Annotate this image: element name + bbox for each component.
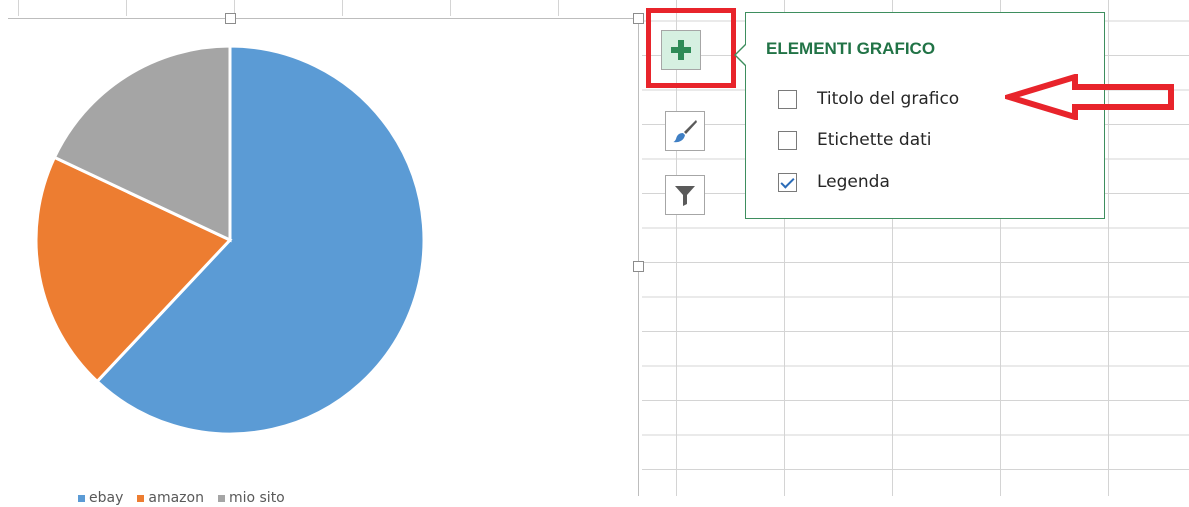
legend-label-mio-sito: mio sito <box>228 490 285 506</box>
resize-handle-top-right[interactable] <box>633 13 644 24</box>
pie-chart[interactable] <box>0 18 638 496</box>
option-label-legend: Legenda <box>817 172 890 192</box>
resize-handle-top[interactable] <box>225 13 236 24</box>
option-label-chart-title: Titolo del grafico <box>817 89 960 109</box>
chart-border-right <box>638 18 639 496</box>
chart-area[interactable]: ebay amazon mio sito <box>0 18 638 506</box>
legend-label-ebay: ebay <box>89 490 124 506</box>
chart-filters-button[interactable] <box>665 175 705 215</box>
paintbrush-icon <box>673 120 697 143</box>
checkbox-data-labels[interactable] <box>778 130 797 150</box>
chart-legend[interactable]: ebay amazon mio sito <box>78 489 285 507</box>
legend-item-ebay[interactable]: ebay <box>78 490 123 506</box>
checkmark-icon <box>780 173 795 189</box>
legend-label-amazon: amazon <box>148 490 204 506</box>
checkbox-legend[interactable] <box>778 172 797 192</box>
option-data-labels[interactable]: Etichette dati <box>778 130 932 150</box>
option-legend[interactable]: Legenda <box>778 172 890 192</box>
legend-item-mio-sito[interactable]: mio sito <box>217 490 285 506</box>
funnel-icon <box>675 186 695 206</box>
highlight-box <box>646 8 736 88</box>
option-label-data-labels: Etichette dati <box>817 130 932 150</box>
annotation-arrow-icon <box>1005 74 1174 120</box>
chart-styles-button[interactable] <box>665 111 705 151</box>
row-divider-strip <box>0 0 642 16</box>
chart-border-top <box>8 18 638 19</box>
checkbox-chart-title[interactable] <box>778 89 797 109</box>
option-chart-title[interactable]: Titolo del grafico <box>778 89 959 109</box>
popup-title: ELEMENTI GRAFICO <box>766 39 936 58</box>
resize-handle-right[interactable] <box>633 261 644 272</box>
popup-pointer-fill <box>736 44 747 66</box>
legend-item-amazon[interactable]: amazon <box>137 490 204 506</box>
